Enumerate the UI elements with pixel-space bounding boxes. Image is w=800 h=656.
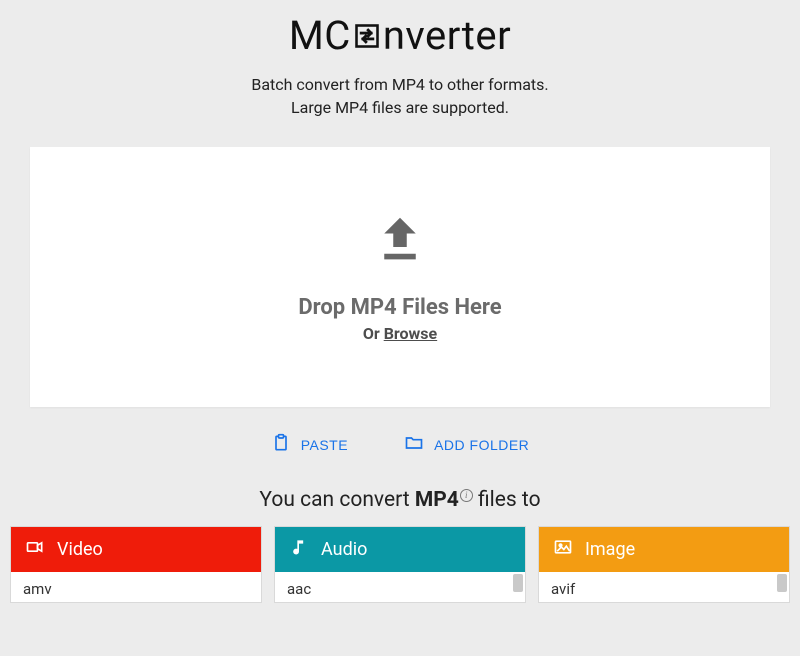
scrollbar-thumb[interactable]	[777, 574, 787, 592]
audio-formats-card: Audio aac	[274, 526, 526, 603]
audio-formats-list[interactable]: aac	[275, 572, 525, 602]
paste-label: PASTE	[301, 437, 348, 453]
audio-card-title: Audio	[321, 539, 367, 560]
upload-icon	[373, 211, 427, 265]
video-formats-list[interactable]: amv	[11, 572, 261, 602]
dropzone-or: Or	[363, 324, 384, 343]
convert-heading-format: MP4	[415, 488, 459, 512]
logo-prefix: MC	[289, 12, 351, 59]
dropzone-subtitle: Or Browse	[363, 324, 437, 343]
add-folder-button[interactable]: ADD FOLDER	[396, 427, 537, 462]
convert-arrows-icon	[353, 22, 381, 50]
info-icon[interactable]: i	[460, 489, 473, 502]
video-card-header: Video	[11, 527, 261, 572]
subtitle-line-2: Large MP4 files are supported.	[0, 96, 800, 119]
file-dropzone[interactable]: Drop MP4 Files Here Or Browse	[30, 147, 770, 407]
dropzone-title: Drop MP4 Files Here	[298, 295, 501, 320]
video-formats-card: Video amv	[10, 526, 262, 603]
convert-heading: You can convert MP4i files to	[0, 488, 800, 512]
site-logo: MC nverter	[289, 12, 511, 59]
list-item[interactable]: amv	[23, 580, 52, 598]
image-card-header: Image	[539, 527, 789, 572]
music-note-icon	[289, 537, 309, 562]
video-camera-icon	[25, 537, 45, 562]
paste-button[interactable]: PASTE	[263, 427, 356, 462]
folder-icon	[404, 433, 424, 456]
page-subtitle: Batch convert from MP4 to other formats.…	[0, 73, 800, 119]
image-card-title: Image	[585, 539, 635, 560]
convert-heading-post: files to	[473, 488, 541, 512]
logo-suffix: nverter	[383, 12, 511, 59]
list-item[interactable]: aac	[287, 580, 311, 598]
image-formats-card: Image avif	[538, 526, 790, 603]
subtitle-line-1: Batch convert from MP4 to other formats.	[0, 73, 800, 96]
browse-link[interactable]: Browse	[384, 324, 437, 343]
image-formats-list[interactable]: avif	[539, 572, 789, 602]
video-card-title: Video	[57, 539, 103, 560]
convert-heading-pre: You can convert	[259, 488, 414, 512]
audio-card-header: Audio	[275, 527, 525, 572]
list-item[interactable]: avif	[551, 580, 575, 598]
scrollbar-thumb[interactable]	[513, 574, 523, 592]
add-folder-label: ADD FOLDER	[434, 437, 529, 453]
image-icon	[553, 537, 573, 562]
clipboard-icon	[271, 433, 291, 456]
